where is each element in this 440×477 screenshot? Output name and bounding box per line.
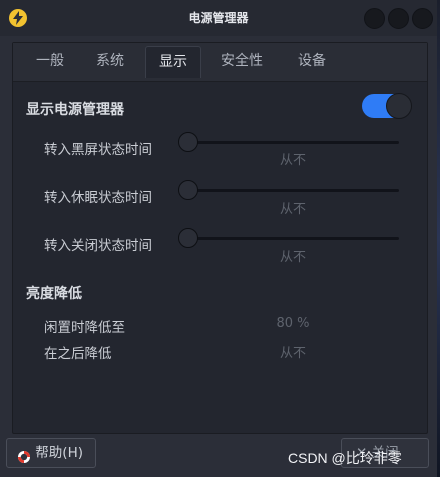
toggle-knob xyxy=(386,93,412,119)
display-section-title: 显示电源管理器 xyxy=(26,102,124,118)
sleep-time-slider-handle[interactable] xyxy=(178,180,198,200)
blank-time-slider-handle[interactable] xyxy=(178,132,198,152)
watermark-text: CSDN @比玲非零 xyxy=(288,450,402,466)
tab-general[interactable]: 一般 xyxy=(25,46,75,77)
tab-security[interactable]: 安全性 xyxy=(211,46,273,77)
close-window-button[interactable] xyxy=(412,8,433,29)
sleep-time-slider[interactable] xyxy=(181,189,399,192)
off-time-slider[interactable] xyxy=(181,237,399,240)
brightness-section-title: 亮度降低 xyxy=(26,286,82,302)
sleep-time-label: 转入休眠状态时间 xyxy=(44,190,152,206)
tab-display[interactable]: 显示 xyxy=(145,46,201,78)
display-power-toggle[interactable] xyxy=(362,93,412,119)
off-time-label: 转入关闭状态时间 xyxy=(44,238,152,254)
off-time-slider-handle[interactable] xyxy=(178,228,198,248)
tab-devices[interactable]: 设备 xyxy=(285,46,339,77)
blank-time-value: 从不 xyxy=(279,153,306,168)
lifebuoy-icon xyxy=(17,446,31,463)
maximize-button[interactable] xyxy=(388,8,409,29)
idle-reduce-label: 闲置时降低至 xyxy=(44,320,125,336)
blank-time-slider[interactable] xyxy=(181,141,399,144)
title-bar: 电源管理器 xyxy=(0,0,437,36)
blank-time-label: 转入黑屏状态时间 xyxy=(44,142,152,158)
tab-system[interactable]: 系统 xyxy=(85,46,135,77)
minimize-button[interactable] xyxy=(364,8,385,29)
help-button[interactable]: 帮助(H) xyxy=(6,438,96,468)
tab-bar: 一般 系统 显示 安全性 设备 xyxy=(13,43,427,82)
idle-reduce-value[interactable]: 80 % xyxy=(243,316,343,331)
sleep-time-value: 从不 xyxy=(279,202,306,217)
off-time-value: 从不 xyxy=(279,250,306,265)
settings-panel: 一般 系统 显示 安全性 设备 显示电源管理器 转入黑屏状态时间 从不 转入休眠… xyxy=(12,42,428,434)
reduce-after-label: 在之后降低 xyxy=(44,346,112,362)
help-button-label: 帮助(H) xyxy=(35,445,83,461)
reduce-after-value[interactable]: 从不 xyxy=(243,342,343,361)
power-manager-window: 电源管理器 一般 系统 显示 安全性 设备 显示电源管理器 转入黑屏状态时间 从… xyxy=(0,0,437,477)
